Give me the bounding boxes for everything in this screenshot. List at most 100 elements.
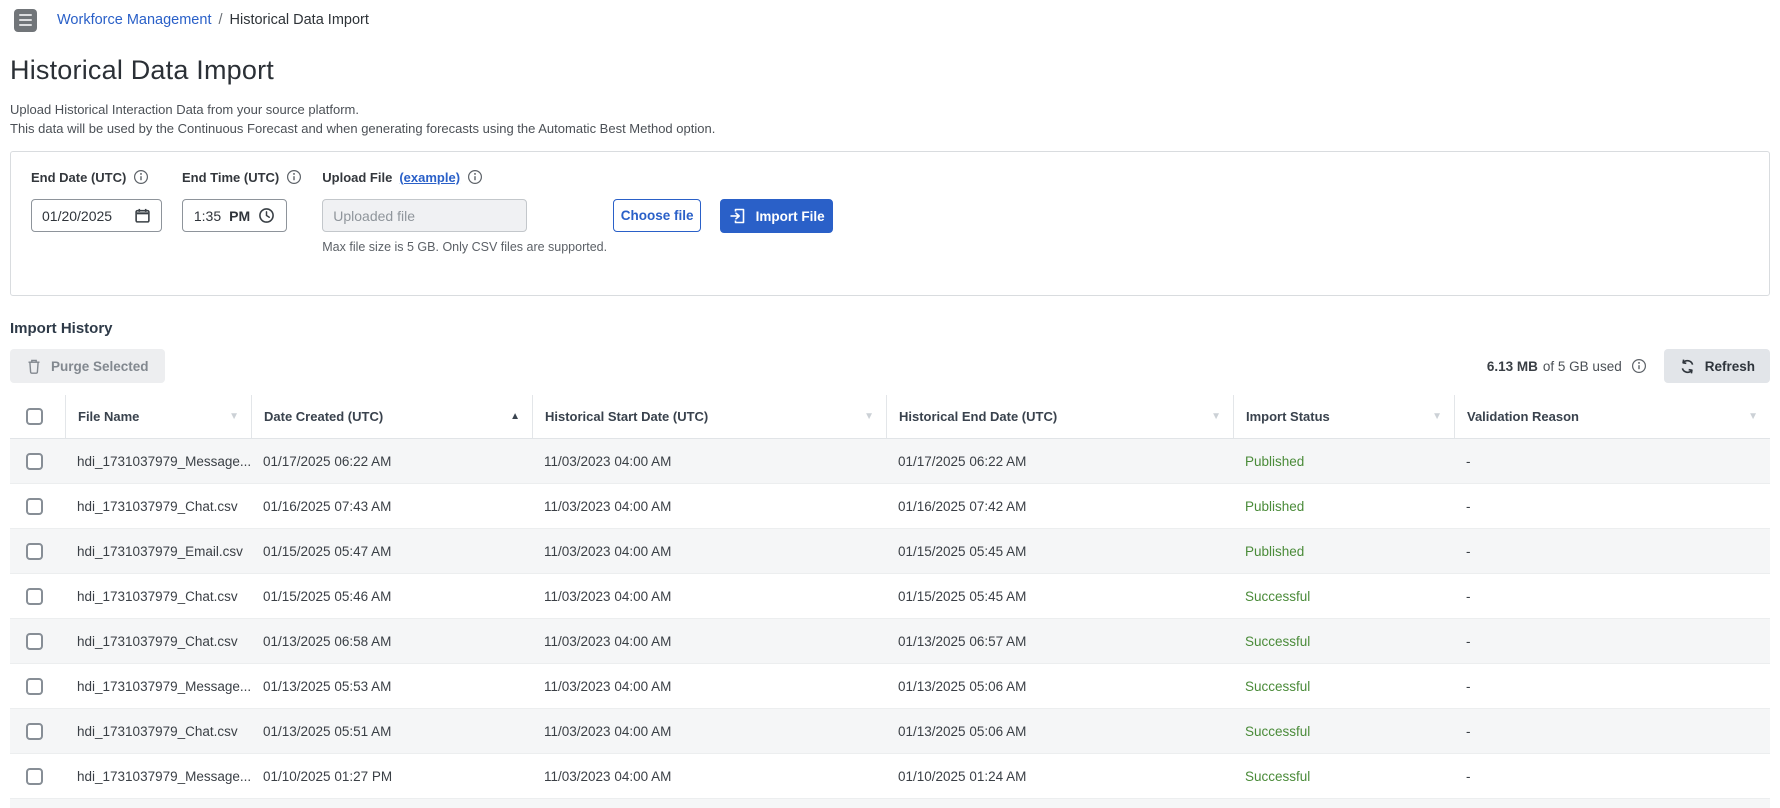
table-row: hdi_1731037979_Message... 01/13/2025 05:5… — [10, 664, 1770, 709]
storage-of-text: of 5 GB used — [1542, 358, 1622, 374]
end-time-input[interactable]: 1:35 PM — [182, 199, 287, 232]
upload-file-label: Upload File — [322, 169, 393, 185]
sort-icon[interactable]: ▼ — [1748, 411, 1758, 422]
column-header-date-created-utc[interactable]: Date Created (UTC) ▲ — [251, 395, 532, 438]
cell-file: hdi_1731037979_Message... — [77, 453, 251, 469]
end-time-group: End Time (UTC) 1:35 PM — [182, 169, 302, 232]
column-header-historical-end-date-utc[interactable]: Historical End Date (UTC) ▼ — [886, 395, 1233, 438]
cell-file: hdi_1731037979_Chat.csv — [77, 498, 238, 514]
table-header-checkbox-cell — [10, 395, 65, 438]
trash-icon — [26, 358, 42, 375]
row-checkbox[interactable] — [26, 587, 43, 605]
table-header-row: File Name ▼ Date Created (UTC) ▲ Historical … — [10, 395, 1770, 439]
choose-file-button[interactable]: Choose file — [613, 199, 702, 232]
clock-icon[interactable] — [258, 207, 275, 224]
table-row-partial — [10, 799, 1770, 808]
cell-end: 01/10/2025 01:24 AM — [898, 768, 1027, 784]
breadcrumb-separator: / — [218, 12, 223, 28]
select-all-checkbox[interactable] — [26, 408, 43, 425]
cell-status: Published — [1245, 498, 1305, 514]
storage-usage: 6.13 MB of 5 GB used — [1487, 358, 1647, 374]
upload-file-info-icon[interactable] — [467, 169, 483, 185]
cell-end: 01/15/2025 05:45 AM — [898, 543, 1027, 559]
row-checkbox-cell — [10, 767, 65, 785]
cell-status: Successful — [1245, 588, 1311, 604]
row-checkbox[interactable] — [26, 632, 43, 650]
cell-file: hdi_1731037979_Message... — [77, 768, 251, 784]
row-checkbox[interactable] — [26, 497, 43, 515]
cell-file: hdi_1731037979_Message... — [77, 678, 251, 694]
sort-icon[interactable]: ▼ — [864, 411, 874, 422]
row-checkbox-cell — [10, 452, 65, 470]
storage-info-icon[interactable] — [1631, 358, 1647, 374]
cell-file: hdi_1731037979_Email.csv — [77, 543, 243, 559]
cell-file: hdi_1731037979_Chat.csv — [77, 723, 238, 739]
column-header-import-status[interactable]: Import Status ▼ — [1233, 395, 1454, 438]
row-checkbox[interactable] — [26, 677, 43, 695]
row-checkbox[interactable] — [26, 767, 43, 785]
import-form-panel: End Date (UTC) 01/20/2025 End Time (UTC) — [10, 151, 1770, 296]
cell-reason: - — [1466, 723, 1471, 739]
cell-status: Published — [1245, 543, 1305, 559]
cell-start: 11/03/2023 04:00 AM — [544, 723, 672, 739]
row-checkbox-cell — [10, 497, 65, 515]
table-row: hdi_1731037979_Chat.csv 01/15/2025 05:46 … — [10, 574, 1770, 619]
page-title: Historical Data Import — [10, 55, 274, 85]
breadcrumb-workforce-management[interactable]: Workforce Management — [57, 12, 211, 28]
import-file-label: Import File — [755, 208, 825, 224]
refresh-icon — [1679, 358, 1696, 375]
cell-end: 01/13/2025 05:06 AM — [898, 723, 1027, 739]
breadcrumb-current: Historical Data Import — [229, 12, 369, 28]
column-header-historical-start-date-utc[interactable]: Historical Start Date (UTC) ▼ — [532, 395, 886, 438]
import-file-icon — [729, 207, 747, 225]
end-time-info-icon[interactable] — [286, 169, 302, 185]
column-header-file-name[interactable]: File Name ▼ — [65, 395, 251, 438]
upload-file-group: Upload File (example) Uploaded file Max … — [322, 169, 834, 254]
uploaded-file-input[interactable]: Uploaded file — [322, 199, 528, 232]
import-history-table: File Name ▼ Date Created (UTC) ▲ Historical … — [10, 395, 1770, 808]
end-date-group: End Date (UTC) 01/20/2025 — [31, 169, 162, 232]
top-bar: Workforce Management / Historical Data I… — [0, 0, 1780, 40]
refresh-button[interactable]: Refresh — [1663, 349, 1770, 383]
cell-created: 01/17/2025 06:22 AM — [263, 453, 392, 469]
calendar-icon[interactable] — [134, 207, 151, 224]
row-checkbox[interactable] — [26, 542, 43, 560]
column-header-validation-reason[interactable]: Validation Reason ▼ — [1454, 395, 1770, 438]
cell-reason: - — [1466, 678, 1471, 694]
cell-end: 01/13/2025 06:57 AM — [898, 633, 1027, 649]
table-row: hdi_1731037979_Chat.csv 01/13/2025 06:58 … — [10, 619, 1770, 664]
column-header-label: File Name — [78, 409, 140, 424]
cell-end: 01/16/2025 07:42 AM — [898, 498, 1027, 514]
page-description-line1: Upload Historical Interaction Data from … — [10, 102, 359, 117]
end-time-meridiem[interactable]: PM — [229, 208, 250, 224]
cell-status: Published — [1245, 453, 1305, 469]
upload-help-text: Max file size is 5 GB. Only CSV files ar… — [322, 240, 608, 254]
row-checkbox-cell — [10, 542, 65, 560]
sort-asc-icon[interactable]: ▲ — [510, 411, 520, 422]
cell-start: 11/03/2023 04:00 AM — [544, 453, 672, 469]
import-file-button[interactable]: Import File — [720, 199, 834, 233]
table-row: hdi_1731037979_Chat.csv 01/16/2025 07:43 … — [10, 484, 1770, 529]
cell-created: 01/10/2025 01:27 PM — [263, 768, 393, 784]
cell-reason: - — [1466, 633, 1471, 649]
sort-icon[interactable]: ▼ — [1432, 411, 1442, 422]
table-row: hdi_1731037979_Message... 01/17/2025 06:2… — [10, 439, 1770, 484]
end-date-input[interactable]: 01/20/2025 — [31, 199, 162, 232]
sort-icon[interactable]: ▼ — [229, 411, 239, 422]
cell-status: Successful — [1245, 723, 1311, 739]
end-date-info-icon[interactable] — [133, 169, 149, 185]
row-checkbox[interactable] — [26, 722, 43, 740]
cell-start: 11/03/2023 04:00 AM — [544, 588, 672, 604]
storage-used: 6.13 MB — [1486, 358, 1538, 374]
sort-icon[interactable]: ▼ — [1211, 411, 1221, 422]
hamburger-menu-icon[interactable] — [14, 8, 37, 32]
cell-end: 01/17/2025 06:22 AM — [898, 453, 1027, 469]
cell-status: Successful — [1245, 633, 1311, 649]
row-checkbox-cell — [10, 632, 65, 650]
column-header-label: Validation Reason — [1467, 409, 1579, 424]
cell-created: 01/13/2025 05:51 AM — [263, 723, 392, 739]
column-header-label: Import Status — [1246, 409, 1330, 424]
upload-example-link[interactable]: (example) — [399, 170, 460, 185]
row-checkbox[interactable] — [26, 452, 43, 470]
purge-selected-button[interactable]: Purge Selected — [10, 349, 165, 383]
